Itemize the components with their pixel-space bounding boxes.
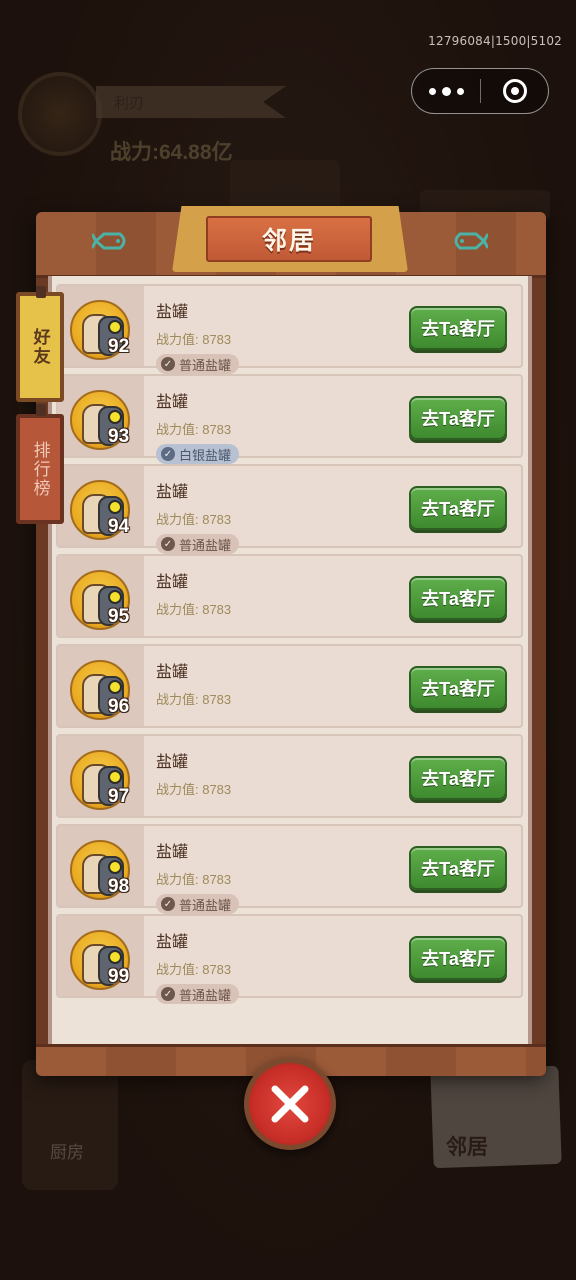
level-label: 99	[108, 966, 130, 987]
tab-knob	[36, 286, 46, 298]
rank-badge: ✓ 普通盐罐	[156, 354, 240, 374]
check-icon: ✓	[161, 537, 175, 551]
visit-living-room-button[interactable]: 去Ta客厅	[409, 306, 507, 350]
check-icon: ✓	[161, 357, 175, 371]
visit-living-room-button[interactable]: 去Ta客厅	[409, 846, 507, 890]
dialog-title: 邻居	[206, 216, 372, 262]
list-item: 97 盐罐 战力值: 8783 去Ta客厅	[56, 734, 523, 818]
fish-icon	[454, 232, 488, 250]
player-info: 盐罐 战力值: 8783 ✓ 普通盐罐 去Ta客厅	[144, 466, 521, 554]
player-info: 盐罐 战力值: 8783 ✓ 普通盐罐 去Ta客厅	[144, 826, 521, 914]
visit-living-room-button[interactable]: 去Ta客厅	[409, 936, 507, 980]
list-item: 92 盐罐 战力值: 8783 ✓ 普通盐罐 去Ta客厅	[56, 284, 523, 374]
level-label: 95	[108, 606, 130, 627]
fish-icon	[92, 232, 126, 250]
player-info: 盐罐 战力值: 8783 ✓ 白银盐罐 去Ta客厅	[144, 376, 521, 464]
rank-badge-label: 普通盐罐	[179, 357, 232, 373]
rank-badge: ✓ 白银盐罐	[156, 444, 240, 464]
rank-badge-label: 普通盐罐	[179, 987, 232, 1003]
capsule-close-button[interactable]	[481, 79, 548, 103]
list-item: 95 盐罐 战力值: 8783 去Ta客厅	[56, 554, 523, 638]
avatar-zone: 97	[58, 736, 144, 816]
visit-living-room-button[interactable]: 去Ta客厅	[409, 486, 507, 530]
miniprogram-capsule	[411, 68, 549, 114]
level-label: 96	[108, 696, 130, 717]
check-icon: ✓	[161, 987, 175, 1001]
check-icon: ✓	[161, 447, 175, 461]
list-item: 93 盐罐 战力值: 8783 ✓ 白银盐罐 去Ta客厅	[56, 374, 523, 464]
list-item: 96 盐罐 战力值: 8783 去Ta客厅	[56, 644, 523, 728]
avatar-zone: 98	[58, 826, 144, 906]
player-info: 盐罐 战力值: 8783 ✓ 普通盐罐 去Ta客厅	[144, 286, 521, 374]
visit-living-room-button[interactable]: 去Ta客厅	[409, 666, 507, 710]
avatar-zone: 94	[58, 466, 144, 546]
player-info: 盐罐 战力值: 8783 去Ta客厅	[144, 646, 521, 726]
tab-knob	[36, 404, 46, 416]
rank-badge-label: 白银盐罐	[179, 447, 232, 463]
level-label: 98	[108, 876, 130, 897]
rank-badge: ✓ 普通盐罐	[156, 894, 240, 914]
avatar-zone: 92	[58, 286, 144, 366]
avatar-zone: 96	[58, 646, 144, 726]
avatar-zone: 99	[58, 916, 144, 996]
level-label: 97	[108, 786, 130, 807]
rank-badge: ✓ 普通盐罐	[156, 984, 240, 1004]
check-icon: ✓	[161, 897, 175, 911]
avatar-zone: 95	[58, 556, 144, 636]
visit-living-room-button[interactable]: 去Ta客厅	[409, 396, 507, 440]
tab-ranking[interactable]: 排行榜	[16, 414, 64, 524]
list-item: 94 盐罐 战力值: 8783 ✓ 普通盐罐 去Ta客厅	[56, 464, 523, 554]
avatar-zone: 93	[58, 376, 144, 456]
level-label: 94	[108, 516, 130, 537]
visit-living-room-button[interactable]: 去Ta客厅	[409, 756, 507, 800]
player-info: 盐罐 战力值: 8783 去Ta客厅	[144, 556, 521, 636]
list-item: 98 盐罐 战力值: 8783 ✓ 普通盐罐 去Ta客厅	[56, 824, 523, 914]
list-item: 99 盐罐 战力值: 8783 ✓ 普通盐罐 去Ta客厅	[56, 914, 523, 1004]
level-label: 92	[108, 336, 130, 357]
rank-badge-label: 普通盐罐	[179, 537, 232, 553]
visit-living-room-button[interactable]: 去Ta客厅	[409, 576, 507, 620]
rank-badge-label: 普通盐罐	[179, 897, 232, 913]
target-close-icon	[502, 79, 527, 103]
player-info: 盐罐 战力值: 8783 ✓ 普通盐罐 去Ta客厅	[144, 916, 521, 1004]
tab-friends[interactable]: 好友	[16, 292, 64, 402]
rank-badge: ✓ 普通盐罐	[156, 534, 240, 554]
close-dialog-button[interactable]	[244, 1058, 336, 1150]
level-label: 93	[108, 426, 130, 447]
player-info: 盐罐 战力值: 8783 去Ta客厅	[144, 736, 521, 816]
more-dots-icon[interactable]	[412, 69, 480, 113]
close-icon	[271, 1085, 309, 1123]
debug-id: 12796084|1500|5102	[428, 34, 562, 48]
